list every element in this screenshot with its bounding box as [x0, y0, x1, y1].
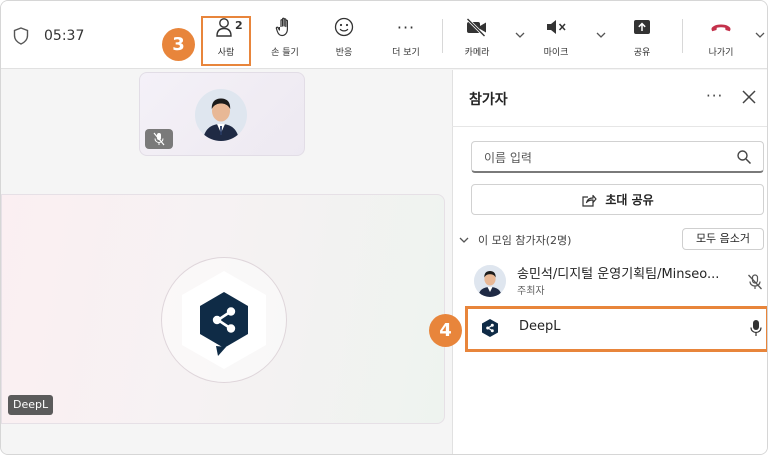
chevron-down-icon[interactable]	[459, 236, 469, 244]
panel-divider	[452, 126, 767, 127]
toolbar-divider	[442, 19, 443, 53]
more-icon: ···	[396, 17, 416, 37]
chevron-down-icon[interactable]	[596, 31, 606, 39]
chevron-down-icon[interactable]	[755, 31, 765, 39]
smile-icon	[334, 17, 354, 37]
search-input[interactable]	[484, 148, 724, 168]
camera-off-icon	[466, 17, 486, 38]
participant-role: 주최자	[517, 286, 545, 297]
close-icon[interactable]	[741, 89, 757, 105]
leave-label: 나가기	[708, 48, 734, 58]
share-icon	[634, 20, 650, 34]
share-invite-label: 초대 공유	[605, 193, 654, 207]
leave-phone-icon	[711, 24, 731, 32]
share-label: 공유	[633, 48, 651, 58]
mic-off-icon	[153, 132, 165, 146]
search-icon[interactable]	[736, 149, 752, 165]
share-button[interactable]: 공유	[618, 15, 666, 61]
hand-icon	[275, 17, 288, 37]
participant-group-label[interactable]: 이 모임 참가자(2명)	[478, 232, 571, 248]
more-label: 더 보기	[392, 48, 420, 58]
avatar	[474, 265, 506, 297]
participant-name[interactable]: 송민석/디지털 운영기획팀/Minseo...	[517, 263, 743, 282]
mic-off-icon	[547, 20, 566, 34]
meeting-toolbar: 05:37 사람 2 3 손 들기 반응 ··· 더 보기 카메라 마이크 공유…	[1, 1, 767, 69]
annotation-badge-3: 3	[162, 28, 195, 61]
annotation-badge-4: 4	[429, 314, 462, 347]
leave-button[interactable]: 나가기	[697, 15, 745, 61]
annotation-highlight-participant	[465, 306, 767, 352]
mute-all-button[interactable]: 모두 음소거	[682, 228, 764, 250]
mic-button[interactable]: 마이크	[532, 15, 580, 61]
chevron-down-icon[interactable]	[515, 31, 525, 39]
meeting-window: 05:37 사람 2 3 손 들기 반응 ··· 더 보기 카메라 마이크 공유…	[0, 0, 768, 455]
mic-label: 마이크	[543, 48, 569, 58]
annotation-highlight-people	[201, 16, 251, 66]
raise-hand-label: 손 들기	[271, 48, 299, 58]
more-icon[interactable]: ···	[706, 87, 723, 105]
panel-title: 참가자	[469, 92, 508, 108]
avatar	[195, 89, 247, 141]
share-invite-icon	[582, 194, 597, 207]
shield-icon	[13, 27, 29, 45]
search-box	[471, 141, 764, 173]
raise-hand-button[interactable]: 손 들기	[261, 15, 309, 61]
participant-name-tag: DeepL	[8, 395, 54, 415]
more-button[interactable]: ··· 더 보기	[382, 15, 430, 61]
camera-label: 카메라	[464, 48, 490, 58]
react-button[interactable]: 반응	[320, 15, 368, 61]
react-label: 반응	[335, 48, 353, 58]
mic-off-icon	[748, 274, 762, 290]
self-mute-indicator	[145, 129, 173, 149]
camera-button[interactable]: 카메라	[453, 15, 501, 61]
toolbar-divider	[682, 19, 683, 53]
deepl-logo	[182, 271, 266, 369]
share-invite-button[interactable]: 초대 공유	[471, 184, 764, 215]
meeting-timer: 05:37	[44, 28, 85, 44]
